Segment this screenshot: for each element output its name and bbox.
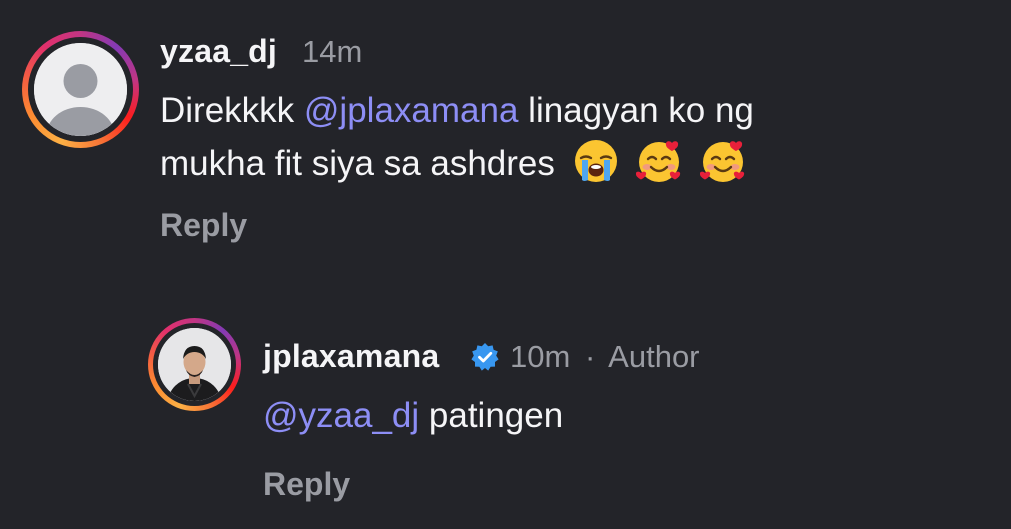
username[interactable]: jplaxamana (263, 338, 439, 375)
comment-text-body: patingen (419, 396, 564, 435)
comment-text-suffix: linagyan ko ng (518, 91, 754, 130)
timestamp: 10m (510, 339, 571, 374)
smiling-face-with-hearts-icon (636, 141, 681, 182)
avatar[interactable] (22, 31, 139, 148)
comment-text-line2: mukha fit siya sa ashdres (160, 137, 746, 190)
username[interactable]: yzaa_dj (160, 33, 277, 70)
reply-button[interactable]: Reply (160, 207, 247, 244)
loudly-crying-face-icon (574, 140, 617, 182)
author-badge: Author (608, 339, 700, 374)
comment-text-line: mukha fit siya sa ashdres (160, 144, 565, 183)
separator-dot: · (584, 339, 596, 374)
profile-photo (158, 328, 231, 401)
comment-text-prefix: Direkkkk (160, 91, 304, 130)
timestamp: 14m (302, 34, 363, 69)
reply-meta: 10m · Author (510, 339, 700, 375)
reply-button[interactable]: Reply (263, 466, 350, 503)
default-avatar-icon (34, 43, 127, 136)
avatar[interactable] (148, 318, 241, 411)
mention-link[interactable]: @jplaxamana (304, 91, 519, 130)
smiling-face-with-hearts-icon (700, 141, 745, 182)
comment-thread: yzaa_dj 14m Direkkkk @jplaxamana linagya… (0, 0, 1011, 529)
comment-text: @yzaa_dj patingen (263, 389, 563, 442)
mention-link[interactable]: @yzaa_dj (263, 396, 419, 435)
comment-text: Direkkkk @jplaxamana linagyan ko ng (160, 84, 754, 137)
verified-badge-icon (471, 343, 499, 371)
